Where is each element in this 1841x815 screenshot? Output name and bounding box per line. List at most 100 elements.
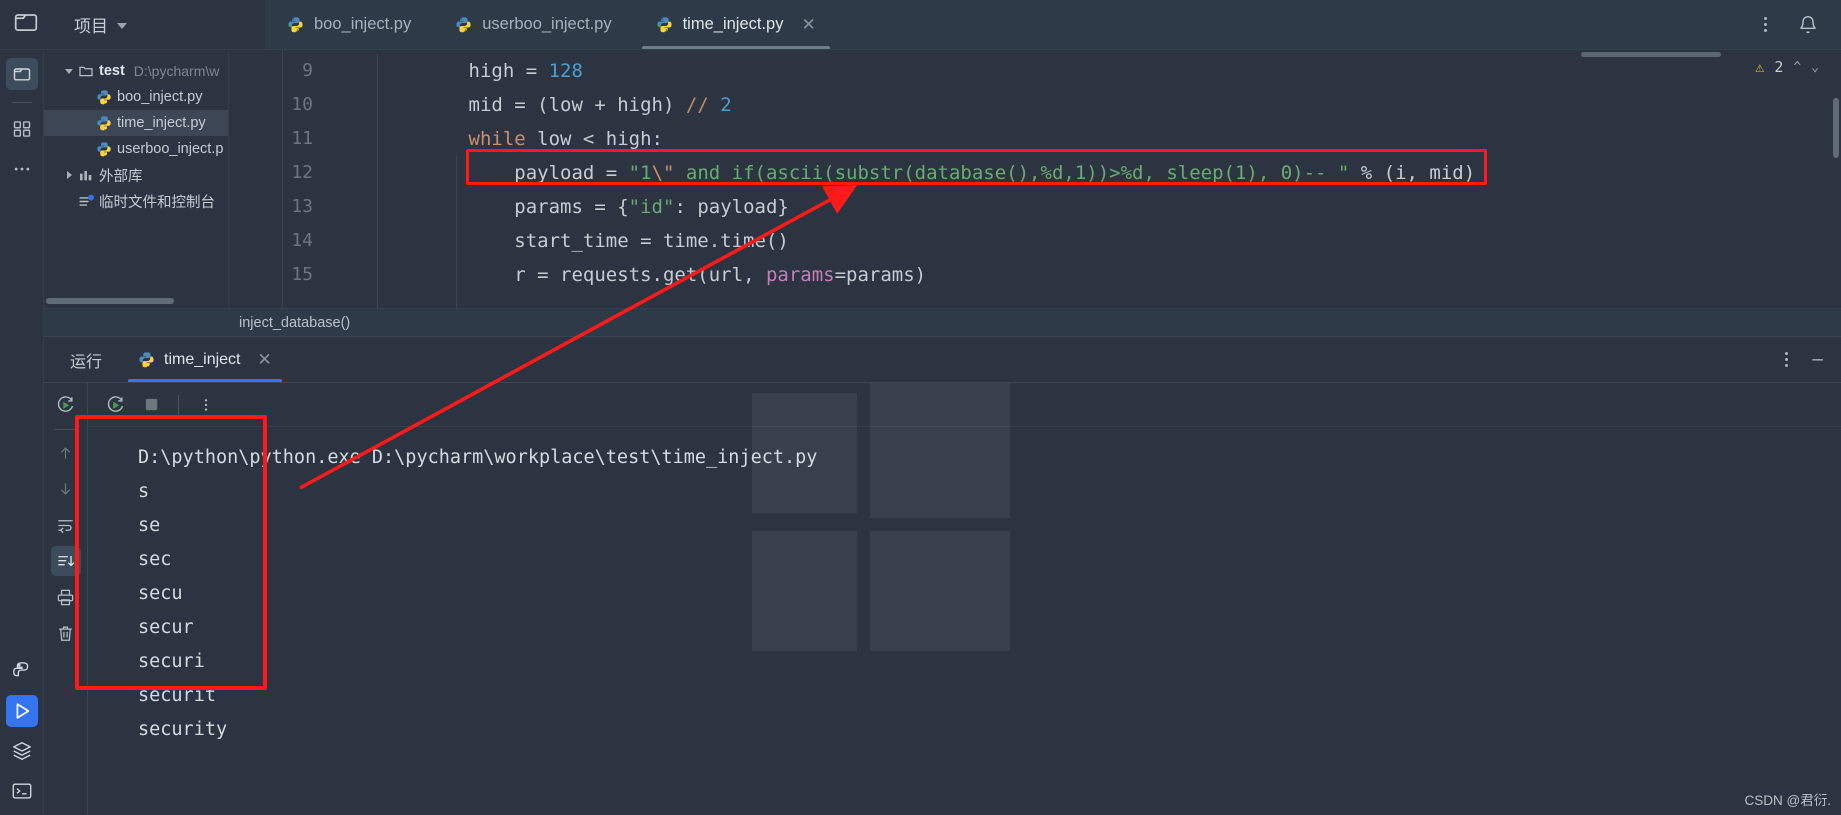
- python-file-icon: [96, 89, 112, 105]
- console-toolbar: [88, 383, 1841, 427]
- console-output[interactable]: D:\python\python.exe D:\pycharm\workplac…: [88, 427, 1841, 747]
- python-file-icon: [139, 352, 154, 368]
- tree-node-scratches[interactable]: 临时文件和控制台: [44, 188, 228, 214]
- tree-node-label: 外部库: [99, 168, 143, 185]
- tree-node-external-libraries[interactable]: 外部库: [44, 162, 228, 188]
- editor-tab-strip: boo_inject.py userboo_inject.py time_inj…: [265, 0, 1754, 49]
- pycharm-window: 项目 boo_inject.py userboo_inject.py time_…: [0, 0, 1841, 815]
- more-vertical-icon[interactable]: [1754, 9, 1777, 40]
- gutter-divider: [282, 50, 283, 308]
- minimize-icon[interactable]: –: [1812, 350, 1823, 369]
- console-output-line: sec: [138, 549, 172, 570]
- warning-count: 2: [1774, 58, 1784, 76]
- rail-button-more[interactable]: [6, 153, 38, 185]
- close-icon[interactable]: ✕: [258, 351, 272, 368]
- tab-label: time_inject.py: [682, 15, 784, 33]
- soft-wrap-icon[interactable]: [51, 510, 81, 540]
- editor-gutter: 9 10 11 12 13 14 15: [229, 50, 331, 308]
- close-icon[interactable]: ✕: [801, 16, 815, 33]
- inspection-widget[interactable]: ⚠ 2 ^ ⌄: [1755, 58, 1819, 76]
- tab-time-inject[interactable]: time_inject.py ✕: [634, 0, 838, 49]
- rail-divider: [11, 102, 32, 103]
- more-vertical-icon[interactable]: [1775, 344, 1798, 375]
- code-line-11: while low < high:: [377, 128, 664, 150]
- rail-button-structure[interactable]: [6, 113, 38, 145]
- tree-node-label: test: [99, 63, 125, 79]
- console-output-line: secur: [138, 617, 194, 638]
- tree-node-boo-inject[interactable]: boo_inject.py: [44, 84, 228, 110]
- tree-node-time-inject[interactable]: time_inject.py: [44, 110, 228, 136]
- top-bar-actions: [1754, 0, 1841, 49]
- code-line-12: payload = "1\" and if(ascii(substr(datab…: [377, 162, 1476, 184]
- console-output-line: securi: [138, 651, 205, 672]
- editor-vertical-scrollbar[interactable]: [1833, 98, 1839, 158]
- rerun-icon[interactable]: [51, 389, 81, 419]
- run-panel-actions: –: [1775, 337, 1841, 382]
- project-tree: test D:\pycharm\w boo_inject.py time_inj…: [44, 50, 229, 308]
- rerun-icon[interactable]: [100, 390, 130, 420]
- run-tab-label: time_inject: [164, 350, 241, 368]
- tree-node-userboo-inject[interactable]: userboo_inject.p: [44, 136, 228, 162]
- code-line-10: mid = (low + high) // 2: [377, 94, 732, 116]
- tree-node-path: D:\pycharm\w: [133, 63, 220, 79]
- tree-horizontal-scrollbar[interactable]: [46, 298, 174, 304]
- project-panel-header[interactable]: 项目: [52, 0, 265, 49]
- project-tool-button[interactable]: [0, 0, 52, 49]
- code-line-13: params = {"id": payload}: [377, 196, 789, 218]
- arrow-down-icon[interactable]: [51, 474, 81, 504]
- rail-button-services[interactable]: [6, 735, 38, 767]
- tree-node-label: boo_inject.py: [117, 89, 203, 105]
- tree-node-label: userboo_inject.p: [117, 141, 224, 157]
- tab-boo-inject[interactable]: boo_inject.py: [265, 0, 433, 49]
- python-file-icon: [96, 141, 112, 157]
- project-label: 项目: [74, 17, 108, 36]
- stop-icon[interactable]: [136, 390, 166, 420]
- breadcrumb: inject_database(): [44, 308, 1841, 336]
- chevron-right-icon[interactable]: [60, 171, 78, 179]
- python-file-icon: [96, 115, 112, 131]
- rail-button-terminal[interactable]: [6, 775, 38, 807]
- bell-icon[interactable]: [1793, 10, 1823, 40]
- console-output-line: security: [138, 719, 228, 740]
- tree-node-test[interactable]: test D:\pycharm\w: [44, 58, 228, 84]
- line-number: 10: [291, 94, 313, 115]
- run-panel-title: 运行: [70, 353, 103, 371]
- console-output-line: secu: [138, 583, 183, 604]
- print-icon[interactable]: [51, 582, 81, 612]
- line-number: 14: [291, 230, 313, 251]
- line-number: 9: [302, 60, 313, 81]
- python-file-icon: [456, 17, 471, 33]
- scroll-to-end-icon[interactable]: [50, 546, 81, 576]
- tab-userboo-inject[interactable]: userboo_inject.py: [433, 0, 633, 49]
- breadcrumb-label[interactable]: inject_database(): [239, 315, 350, 331]
- next-problem-icon[interactable]: ⌄: [1811, 60, 1819, 75]
- folder-icon: [78, 63, 94, 79]
- editor-row: test D:\pycharm\w boo_inject.py time_inj…: [44, 50, 1841, 308]
- warning-triangle-icon: ⚠: [1755, 58, 1765, 76]
- run-configuration-tab[interactable]: time_inject ✕: [124, 337, 286, 382]
- chevron-down-icon[interactable]: [117, 23, 127, 29]
- line-number: 13: [291, 196, 313, 217]
- rail-button-run[interactable]: [5, 695, 38, 727]
- rail-button-python-console[interactable]: [6, 655, 38, 687]
- rail-button-project[interactable]: [5, 58, 38, 90]
- console-output-line: se: [138, 515, 161, 536]
- code-editor[interactable]: high = 128 mid = (low + high) // 2 while…: [331, 50, 1841, 308]
- console-output-line: securit: [138, 685, 216, 706]
- prev-problem-icon[interactable]: ^: [1793, 60, 1801, 75]
- chevron-down-icon[interactable]: [60, 68, 78, 74]
- editor-horizontal-scrollbar[interactable]: [1581, 52, 1721, 57]
- clear-all-icon[interactable]: [51, 618, 81, 648]
- run-tool-window: 运行 time_inject ✕ – D:\python\python.exe …: [44, 336, 1841, 815]
- more-vertical-icon[interactable]: [191, 390, 221, 420]
- folder-icon: [13, 9, 39, 40]
- python-file-icon: [288, 17, 303, 33]
- code-line-14: start_time = time.time(): [377, 230, 789, 252]
- line-number: 15: [291, 264, 313, 285]
- code-line-9: high = 128: [377, 60, 583, 82]
- top-bar: 项目 boo_inject.py userboo_inject.py time_…: [0, 0, 1841, 50]
- console-output-line: s: [138, 481, 150, 502]
- csdn-watermark: CSDN @君衍.: [1744, 793, 1831, 808]
- tab-label: boo_inject.py: [314, 15, 412, 33]
- arrow-up-icon[interactable]: [51, 438, 81, 468]
